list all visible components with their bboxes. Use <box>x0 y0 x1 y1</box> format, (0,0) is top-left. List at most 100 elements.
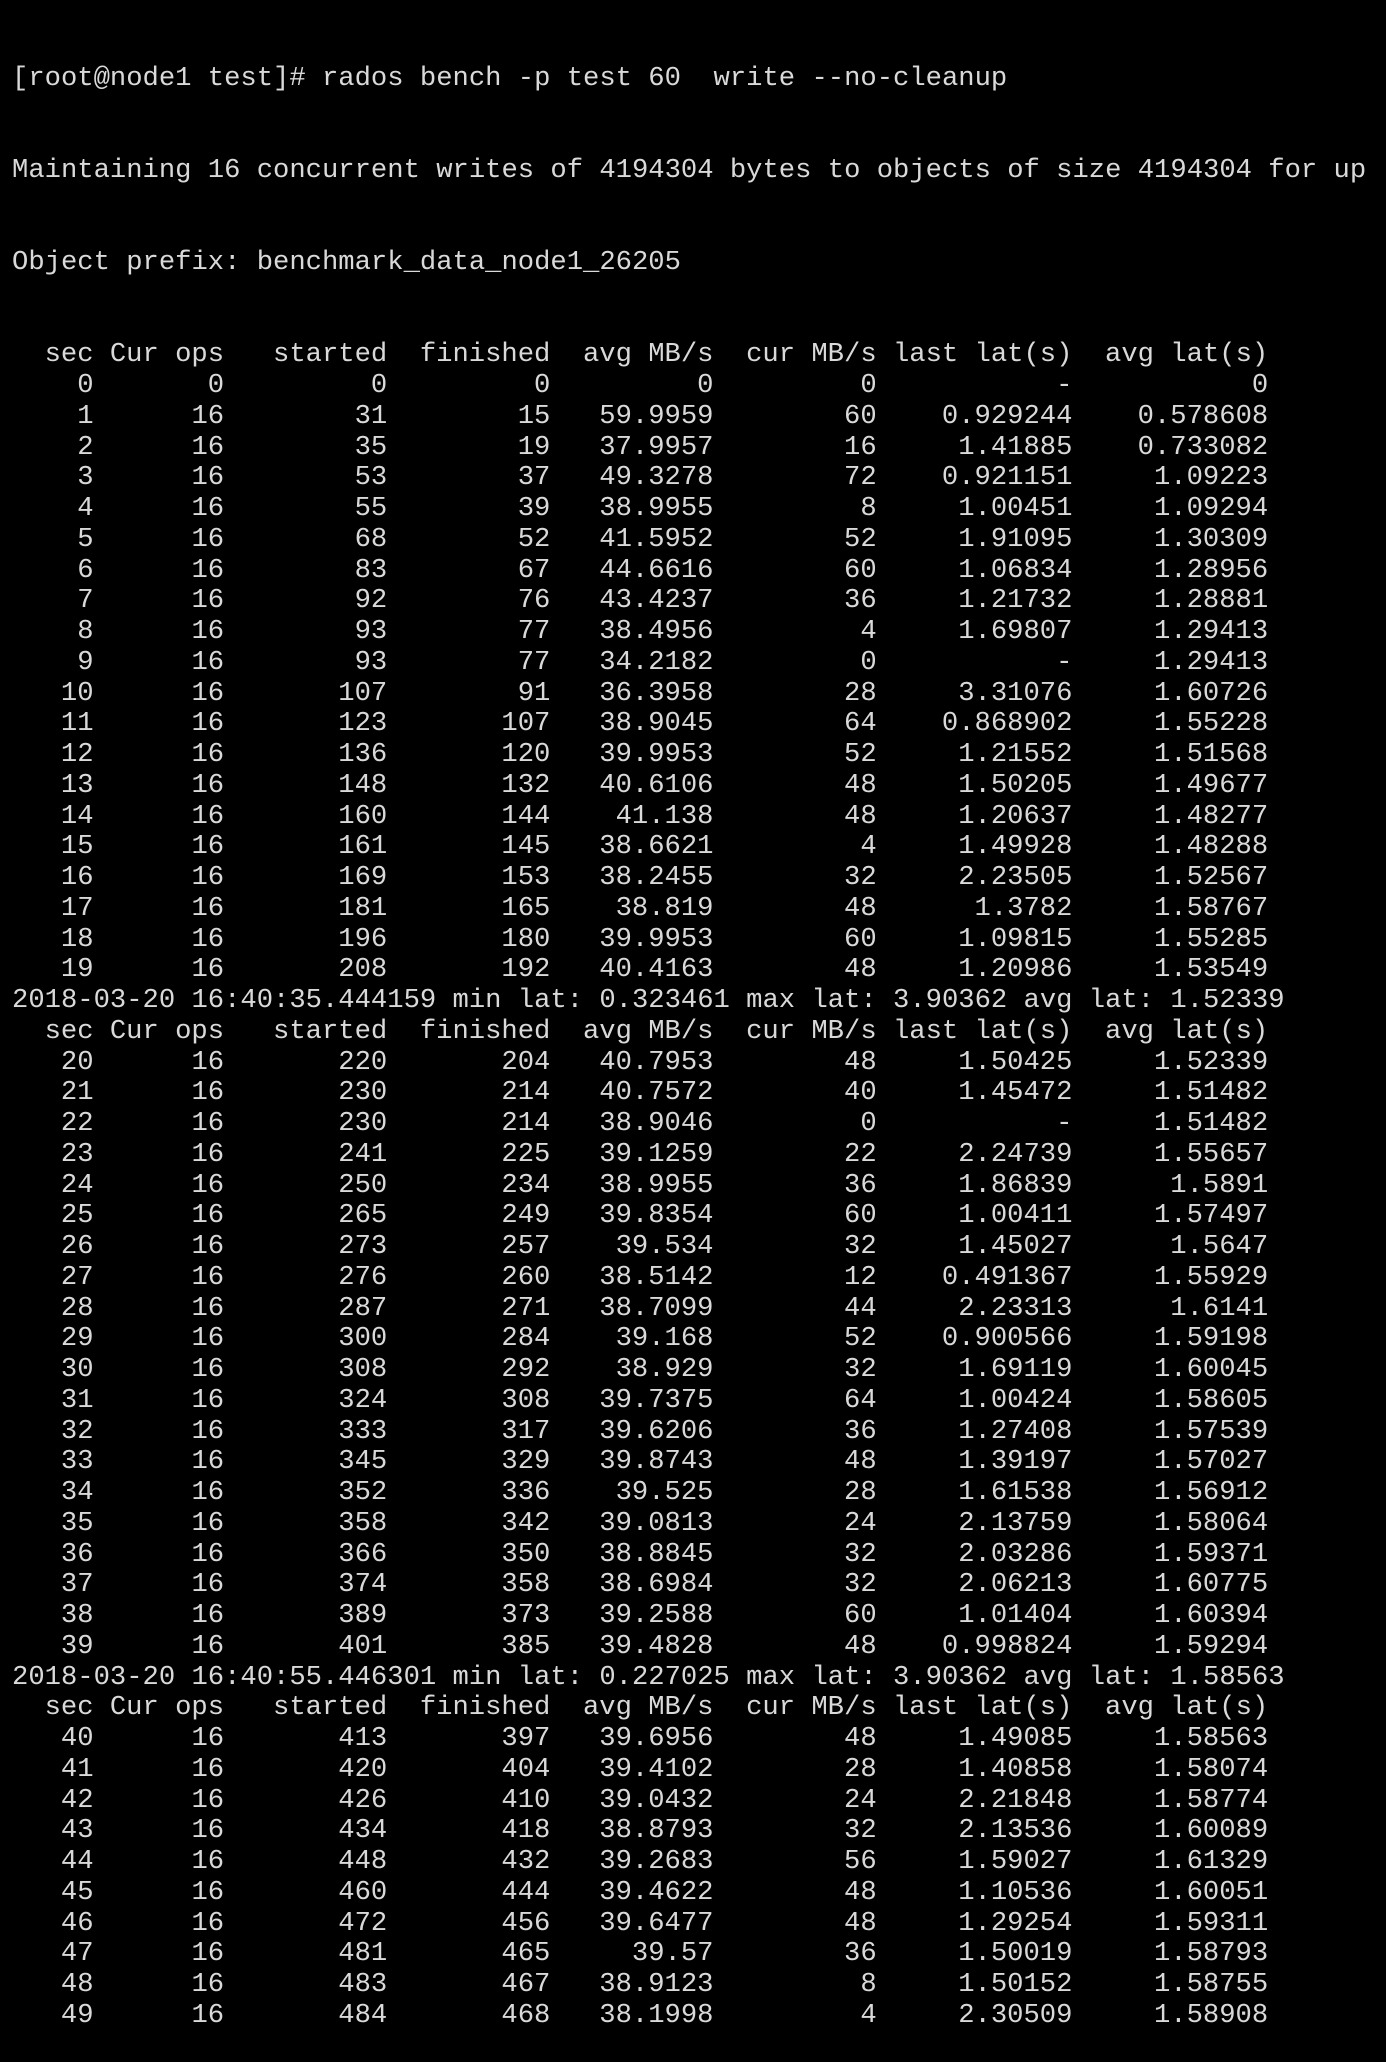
table-cell: 317 <box>501 1415 551 1447</box>
table-cell: 460 <box>338 1876 388 1908</box>
table-row: 9 16 93 77 34.2182 0 - 1.29413 <box>12 647 1366 679</box>
column-header-cell: sec <box>44 1692 94 1724</box>
table-cell: 16 <box>191 800 225 832</box>
table-cell: 49 <box>60 1999 94 2031</box>
table-cell: 1.49677 <box>1153 769 1269 801</box>
table-cell: 120 <box>501 739 551 770</box>
table-cell: 29 <box>60 1323 94 1355</box>
table-cell: 44 <box>844 1292 877 1324</box>
table-cell: 16 <box>191 1200 225 1232</box>
table-cell: 36 <box>844 1938 877 1970</box>
table-cell: 0.929244 <box>941 400 1073 432</box>
table-cell: 40.7572 <box>599 1077 714 1109</box>
table-cell: 1.40858 <box>958 1753 1073 1785</box>
table-cell: 1.60394 <box>1153 1600 1269 1631</box>
table-cell: 38.9955 <box>599 493 714 524</box>
table-cell: 1.50152 <box>958 1969 1073 2000</box>
table-cell: 1.20986 <box>958 954 1073 986</box>
table-cell: 40 <box>844 1077 877 1109</box>
table-cell: 401 <box>338 1630 388 1662</box>
table-cell: 374 <box>338 1569 388 1601</box>
table-cell: 257 <box>501 1231 551 1262</box>
table-cell: 48 <box>844 769 877 801</box>
table-cell: 468 <box>501 1999 551 2031</box>
column-header: sec Cur ops started finished avg MB/s cur MB/… <box>12 1692 1366 1724</box>
table-row: 12 16 136 120 39.9953 52 1.21552 1.51568 <box>12 739 1366 771</box>
table-cell: 467 <box>501 1969 551 2000</box>
table-cell: 1.56912 <box>1153 1477 1269 1508</box>
table-cell: 8 <box>77 616 94 647</box>
table-cell: 91 <box>517 677 551 709</box>
table-cell: 39.8354 <box>599 1200 714 1232</box>
table-cell: 38.1998 <box>599 1999 714 2031</box>
table-cell: 45 <box>60 1876 94 1908</box>
terminal-output[interactable]: [root@node1 test]# rados bench -p test 6… <box>12 2 1366 2062</box>
table-row: 5 16 68 52 41.5952 52 1.91095 1.30309 <box>12 523 1366 556</box>
table-cell: 16 <box>191 1538 225 1570</box>
table-cell: - <box>1056 1108 1073 1139</box>
table-cell: 34 <box>60 1477 94 1508</box>
table-cell: 23 <box>60 1138 94 1170</box>
table-cell: 1.58767 <box>1153 892 1269 924</box>
table-row: 46 16 472 456 39.6477 48 1.29254 1.59311 <box>12 1907 1366 1940</box>
column-header-cell: started <box>273 339 388 371</box>
table-cell: 40.7953 <box>599 1046 714 1078</box>
table-cell: 160 <box>338 800 388 832</box>
table-cell: 1.58605 <box>1153 1384 1269 1416</box>
table-cell: 1.55929 <box>1153 1261 1269 1293</box>
table-cell: 1.61538 <box>958 1477 1073 1508</box>
table-cell: 40.6106 <box>599 769 714 801</box>
table-cell: 16 <box>191 1784 225 1816</box>
table-cell: 28 <box>844 1753 877 1785</box>
table-row: 17 16 181 165 38.819 48 1.3782 1.58767 <box>12 892 1366 925</box>
table-cell: 60 <box>844 923 877 955</box>
table-cell: 16 <box>191 1446 225 1478</box>
table-cell: 136 <box>338 739 388 770</box>
table-cell: 0.900566 <box>941 1323 1073 1355</box>
table-cell: 287 <box>338 1292 388 1324</box>
table-cell: 241 <box>338 1138 388 1170</box>
table-cell: 38.929 <box>615 1354 714 1385</box>
table-cell: 373 <box>501 1600 551 1631</box>
table-cell: 38.5142 <box>599 1261 714 1293</box>
table-cell: 52 <box>517 523 551 555</box>
table-cell: 418 <box>501 1815 551 1847</box>
column-header-cell: last lat(s) <box>892 1692 1073 1724</box>
table-cell: 28 <box>60 1292 94 1324</box>
table-cell: 39 <box>517 493 551 524</box>
table-row: 13 16 148 132 40.6106 48 1.50205 1.49677 <box>12 769 1366 802</box>
column-header-cell: Cur ops <box>109 1015 225 1047</box>
table-cell: 389 <box>338 1600 388 1631</box>
table-cell: 1.55657 <box>1153 1138 1269 1170</box>
column-header-cell: finished <box>419 339 551 371</box>
table-cell: 1.29413 <box>1153 616 1269 647</box>
table-cell: 48 <box>844 1446 877 1478</box>
table-row: 25 16 265 249 39.8354 60 1.00411 1.57497 <box>12 1200 1366 1232</box>
bench-output: sec Cur ops started finished avg MB/s cur MB/… <box>12 339 1366 2032</box>
table-cell: 165 <box>501 892 551 924</box>
table-cell: 1.27408 <box>958 1415 1073 1447</box>
table-cell: 22 <box>60 1108 94 1139</box>
table-cell: 36 <box>844 1169 877 1201</box>
table-row: 47 16 481 465 39.57 36 1.50019 1.58793 <box>12 1938 1366 1970</box>
table-cell: 6 <box>77 554 94 586</box>
table-cell: 1.91095 <box>958 523 1073 555</box>
table-cell: 16 <box>191 1600 225 1631</box>
table-row: 49 16 484 468 38.1998 4 2.30509 1.58908 <box>12 1999 1366 2032</box>
table-cell: 2.23505 <box>958 862 1073 893</box>
table-row: 32 16 333 317 39.6206 36 1.27408 1.57539 <box>12 1415 1366 1448</box>
table-cell: 16 <box>191 1231 225 1262</box>
column-header-cell: started <box>273 1692 388 1724</box>
table-cell: 37.9957 <box>599 431 714 463</box>
table-cell: 196 <box>338 923 388 955</box>
table-cell: 39.9953 <box>599 923 714 955</box>
table-cell: 16 <box>191 1354 225 1385</box>
table-cell: 12 <box>60 739 94 770</box>
table-cell: 132 <box>501 769 551 801</box>
table-cell: 16 <box>191 1723 225 1754</box>
table-cell: 0 <box>697 370 714 401</box>
table-cell: 472 <box>338 1907 388 1939</box>
table-cell: 1.50205 <box>958 769 1073 801</box>
table-row: 14 16 160 144 41.138 48 1.20637 1.48277 <box>12 800 1366 833</box>
table-cell: 17 <box>60 892 94 924</box>
